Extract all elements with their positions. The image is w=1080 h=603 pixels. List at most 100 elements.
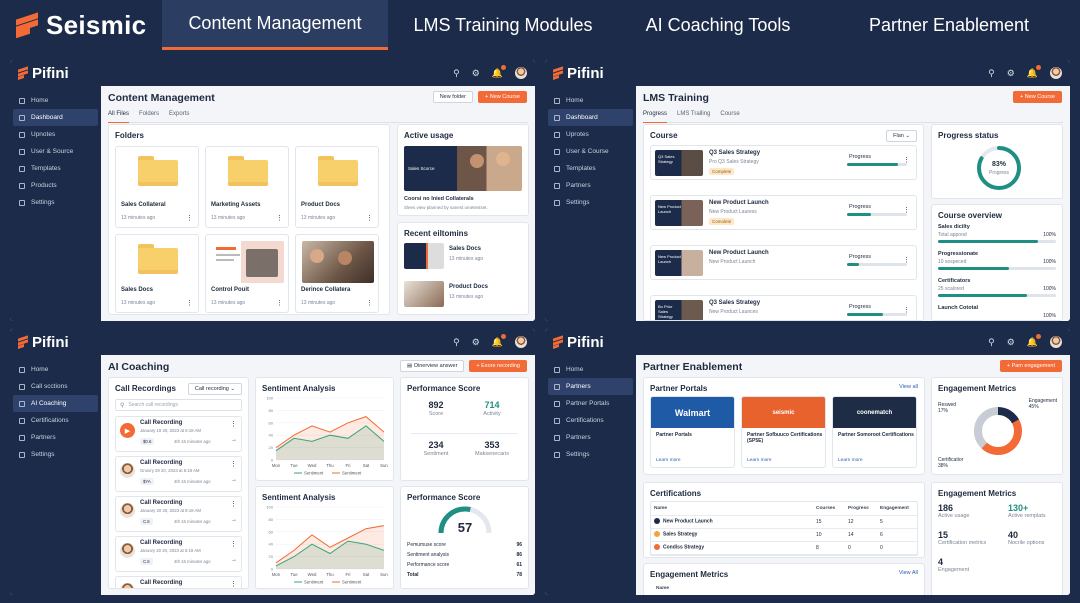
avatar[interactable] (1050, 336, 1062, 348)
tab-partner-enablement[interactable]: Partner Enablement (818, 0, 1080, 50)
course-row[interactable]: Bu Prior Sales Strategy Q3 Sales Strategy… (650, 295, 917, 320)
gear-icon[interactable]: ⚙ (472, 337, 480, 348)
partner-portal-card[interactable]: coonematch Partner Somoroot Certification… (832, 396, 917, 468)
sidebar-item-settings[interactable]: Settings (13, 446, 98, 463)
more-icon[interactable]: ⋮ (230, 420, 237, 428)
sidebar-item-home[interactable]: Home (548, 92, 633, 109)
gear-icon[interactable]: ⚙ (1007, 68, 1015, 79)
more-icon[interactable]: ⋮ (903, 156, 910, 164)
sidebar-item-user-course[interactable]: User & Course (548, 143, 633, 160)
search-input[interactable]: ⚲ Search call recordings (115, 399, 242, 411)
bell-icon[interactable]: 🔔 (1027, 333, 1041, 348)
active-usage-thumbnail[interactable]: Sales Scorce (404, 146, 522, 191)
gear-icon[interactable]: ⚙ (1007, 337, 1015, 348)
play-icon[interactable]: ▶ (120, 423, 135, 438)
sidebar-item-user-source[interactable]: User & Source (13, 143, 98, 160)
search-icon[interactable]: ⚲ (453, 68, 460, 79)
sidebar-item-products[interactable]: Products (13, 177, 98, 194)
tab-course[interactable]: Course (720, 111, 739, 122)
more-icon[interactable]: ⋮ (230, 580, 237, 588)
new-folder-button[interactable]: New folder (432, 91, 473, 103)
new-course-button[interactable]: + New Course (477, 91, 527, 103)
tab-ai-coaching-tools[interactable]: AI Coaching Tools (618, 0, 818, 50)
overview-button[interactable]: ▤ Oinerview answer (399, 360, 465, 372)
tab-exports[interactable]: Exports (169, 111, 189, 122)
sidebar-item-partner-portals[interactable]: Partner Portals (548, 395, 633, 412)
sidebar-item-settings[interactable]: Settings (548, 446, 633, 463)
sidebar-item-settings[interactable]: Settings (13, 194, 98, 211)
tab-content-management[interactable]: Content Management (162, 0, 388, 50)
sidebar-item-call-sections[interactable]: Call scctions (13, 378, 98, 395)
partner-portal-card[interactable]: seismic Partner Sofbuuco Certifications (… (741, 396, 826, 468)
search-icon[interactable]: ⚲ (453, 337, 460, 348)
arrow-right-icon[interactable]: → (231, 477, 237, 483)
tab-lms-tralling[interactable]: LMS Tralling (677, 111, 710, 122)
partner-portal-card[interactable]: Walmart Partner Portals Learn more (650, 396, 735, 468)
more-icon[interactable]: ⋮ (903, 256, 910, 264)
course-row[interactable]: Q3 Sales Strategy Q3 Sales Strategy Pro Q3… (650, 145, 917, 180)
record-button[interactable]: + Exore recording (469, 360, 527, 372)
folder-card[interactable]: Product Docs 13 minutes ago ⋮ (295, 146, 379, 228)
search-icon[interactable]: ⚲ (988, 68, 995, 79)
call-recording-item[interactable]: Call Recording January 20 20, 2023 at 8:1… (115, 496, 242, 532)
arrow-right-icon[interactable]: → (231, 557, 237, 563)
more-icon[interactable]: ⋮ (276, 299, 283, 307)
call-recording-item[interactable]: Call Recording ⋮ (115, 576, 242, 588)
view-all-link[interactable]: View All (899, 570, 918, 576)
more-icon[interactable]: ⋮ (276, 214, 283, 222)
new-course-button[interactable]: + New Course (1012, 91, 1062, 103)
more-icon[interactable]: ⋮ (366, 214, 373, 222)
brand[interactable]: Seismic (0, 0, 162, 50)
more-icon[interactable]: ⋮ (366, 299, 373, 307)
table-row[interactable]: Condiss Strategy 8 0 0 (651, 541, 917, 555)
folder-card[interactable]: Sales Collateral 13 minutes ago ⋮ (115, 146, 199, 228)
tab-lms-training-modules[interactable]: LMS Training Modules (388, 0, 618, 50)
sidebar-item-partners-2[interactable]: Partners (548, 429, 633, 446)
folder-card[interactable]: Marketing Assets 13 minutes ago ⋮ (205, 146, 289, 228)
learn-more-link[interactable]: Learn more (838, 458, 863, 463)
call-recording-item[interactable]: Call Recording Gnovry 29 20, 2023 at 6:18… (115, 456, 242, 492)
bell-icon[interactable]: 🔔 (1027, 64, 1041, 79)
new-engagement-button[interactable]: + Pam engagement (999, 360, 1062, 372)
more-icon[interactable]: ⋮ (230, 540, 237, 548)
gear-icon[interactable]: ⚙ (472, 68, 480, 79)
app-logo[interactable]: Pifini (553, 334, 604, 351)
course-row[interactable]: New Product Launch New Product Launch New … (650, 245, 917, 280)
learn-more-link[interactable]: Learn more (747, 458, 772, 463)
avatar[interactable] (515, 336, 527, 348)
sidebar-item-settings[interactable]: Settings (548, 194, 633, 211)
sidebar-item-partners[interactable]: Partners (13, 429, 98, 446)
sidebar-item-uprotes[interactable]: Uprotes (548, 126, 633, 143)
course-row[interactable]: New Product Launch New Product Launch New … (650, 195, 917, 230)
sidebar-item-upnotes[interactable]: Upnotes (13, 126, 98, 143)
call-recording-item[interactable]: ▶ Call Recording January 19 20, 2023 at 6:… (115, 416, 242, 452)
arrow-right-icon[interactable]: → (231, 517, 237, 523)
plan-dropdown[interactable]: Flan ⌄ (886, 130, 917, 142)
sidebar-item-ai-coaching[interactable]: AI Coaching (13, 395, 98, 412)
view-all-link[interactable]: View all (899, 384, 918, 390)
sidebar-item-dashboard[interactable]: Dashboard (548, 109, 633, 126)
more-icon[interactable]: ⋮ (903, 306, 910, 314)
more-icon[interactable]: ⋮ (186, 214, 193, 222)
learn-more-link[interactable]: Learn more (656, 458, 681, 463)
bell-icon[interactable]: 🔔 (492, 333, 506, 348)
avatar[interactable] (515, 67, 527, 79)
call-recording-item[interactable]: Call Recording Janusry 20 20, 2023 at 6:1… (115, 536, 242, 572)
app-logo[interactable]: Pifini (18, 65, 69, 82)
sidebar-item-templates[interactable]: Templates (13, 160, 98, 177)
tab-all-files[interactable]: All Files (108, 111, 130, 123)
sidebar-item-home[interactable]: Home (13, 92, 98, 109)
tab-folders[interactable]: Folders (139, 111, 159, 122)
sidebar-item-home[interactable]: Home (13, 361, 98, 378)
more-icon[interactable]: ⋮ (230, 500, 237, 508)
more-icon[interactable]: ⋮ (903, 206, 910, 214)
recent-item[interactable]: Sales Docs 13 minutes ago (404, 243, 522, 271)
sidebar-item-certifications[interactable]: Certifications (548, 412, 633, 429)
folder-card[interactable]: Sales Docs 13 minutes ago ⋮ (115, 234, 199, 313)
table-row[interactable]: New Product Launch 15 12 5 (651, 515, 917, 529)
more-icon[interactable]: ⋮ (186, 299, 193, 307)
more-icon[interactable]: ⋮ (230, 460, 237, 468)
avatar[interactable] (1050, 67, 1062, 79)
app-logo[interactable]: Pifini (18, 334, 69, 351)
sidebar-item-templates[interactable]: Templates (548, 160, 633, 177)
